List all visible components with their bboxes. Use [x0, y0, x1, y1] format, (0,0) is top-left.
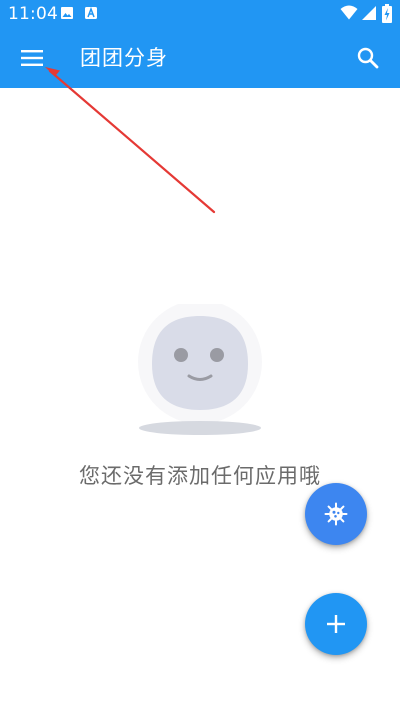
battery-charging-icon	[382, 4, 392, 23]
screen: 11:04 团团分身 您还没有添加任何应用哦	[0, 0, 400, 711]
search-button[interactable]	[348, 38, 388, 78]
settings-fab[interactable]	[305, 483, 367, 545]
signal-icon	[362, 6, 376, 20]
wifi-icon	[340, 5, 358, 20]
status-bar: 11:04	[0, 0, 400, 28]
app-title: 团团分身	[80, 46, 168, 70]
empty-face-illustration	[138, 304, 262, 435]
app-bar: 团团分身	[0, 28, 400, 88]
menu-button[interactable]	[12, 38, 52, 78]
image-icon	[61, 7, 73, 19]
app-notification-icon	[85, 6, 97, 19]
plus-icon	[327, 615, 345, 633]
add-app-fab[interactable]	[305, 593, 367, 655]
virus-gear-icon	[324, 502, 348, 526]
menu-icon	[21, 50, 43, 66]
status-time: 11:04	[8, 4, 58, 24]
search-icon	[357, 47, 379, 69]
